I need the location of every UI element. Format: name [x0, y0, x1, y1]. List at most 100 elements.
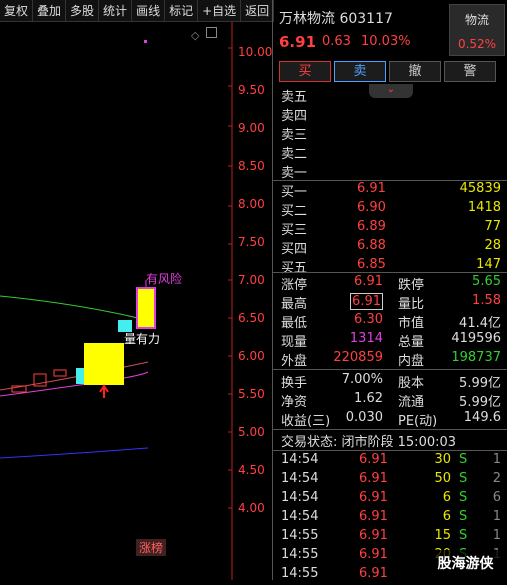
ask-label: 卖一 [281, 166, 308, 181]
trade-status: 交易状态: 闭市阶段 15:00:03 [281, 435, 457, 450]
bid-price: 6.85 [357, 257, 386, 272]
tick-time: 14:55 [281, 547, 319, 562]
y-tick: 7.50 [238, 235, 265, 249]
tick-row: 14:54 6.91 6 S 6 [273, 490, 507, 509]
tick-row: 14:54 6.91 30 S 1 [273, 452, 507, 471]
sector-box[interactable]: 物流 0.52% [449, 4, 505, 56]
tick-price: 6.91 [359, 452, 388, 467]
bid-price: 6.89 [357, 219, 386, 234]
tick-price: 6.91 [359, 509, 388, 524]
toolbar-draw-line[interactable]: 画线 [132, 0, 166, 22]
toolbar-restore-rights[interactable]: 复权 [0, 0, 34, 22]
stat-row: 现量 1314 总量 419596 [273, 331, 507, 350]
stat-label: 市值 [398, 316, 425, 331]
stat-label: 外盘 [281, 354, 308, 369]
stat-value: 5.65 [472, 274, 501, 289]
trade-buttons: 买 卖 撤 警 [279, 61, 496, 82]
y-tick: 8.00 [238, 197, 265, 211]
y-tick: 8.50 [238, 159, 265, 173]
ask-row: 卖一 [273, 162, 507, 181]
tick-price: 6.91 [359, 566, 388, 581]
tick-price: 6.91 [359, 490, 388, 505]
stat-label: 跌停 [398, 278, 425, 293]
chart-toggle-icon[interactable] [206, 27, 217, 38]
rank-badge[interactable]: 涨榜 [136, 539, 167, 556]
stat-value: 1314 [349, 331, 383, 346]
tick-time: 14:54 [281, 490, 319, 505]
watermark: 股海游侠 [424, 550, 507, 578]
tick-time: 14:54 [281, 452, 319, 467]
bid-row: 买一 6.91 45839 [273, 181, 507, 200]
toolbar-statistics[interactable]: 统计 [99, 0, 133, 22]
candle [76, 368, 84, 384]
stat-value: 6.30 [354, 312, 383, 327]
bid-volume: 77 [484, 219, 501, 234]
stat-row: 净资 1.62 流通 5.99亿 [273, 391, 507, 410]
bid-row: 买二 6.90 1418 [273, 200, 507, 219]
y-tick: 6.00 [238, 349, 265, 363]
toolbar-add-watchlist[interactable]: +自选 [198, 0, 242, 22]
stat-label: 流通 [398, 395, 425, 410]
sector-label: 物流 [464, 13, 489, 27]
up-arrow [99, 384, 109, 398]
ma-line-blue [0, 447, 149, 459]
toolbar-overlay[interactable]: 叠加 [33, 0, 67, 22]
chevron-down-icon[interactable]: ⌄ [369, 84, 413, 98]
tick-side: S [459, 509, 468, 524]
tick-count: 6 [492, 490, 501, 505]
tick-time: 14:54 [281, 509, 319, 524]
ask-label: 卖四 [281, 109, 308, 124]
ask-label: 卖三 [281, 128, 308, 143]
tick-side: S [459, 452, 468, 467]
stat-value: 419596 [451, 331, 501, 346]
stat-value: 41.4亿 [459, 316, 501, 331]
stat-row: 收益(三) 0.030 PE(动) 149.6 [273, 410, 507, 429]
sector-change: 0.52% [457, 37, 497, 51]
tick-volume: 6 [442, 490, 451, 505]
bid-volume: 147 [476, 257, 501, 272]
buy-button[interactable]: 买 [279, 61, 331, 82]
y-tick: 7.00 [238, 273, 265, 287]
tick-volume: 15 [434, 528, 451, 543]
price-change: 0.63 [322, 34, 351, 49]
stat-label: 换手 [281, 376, 308, 391]
price-change-pct: 10.03% [361, 34, 411, 49]
stat-row: 换手 7.00% 股本 5.99亿 [273, 372, 507, 391]
toolbar-mark[interactable]: 标记 [165, 0, 199, 22]
divider [273, 429, 507, 430]
bid-label: 买二 [281, 204, 308, 219]
stat-value: 0.030 [345, 410, 383, 425]
toolbar-multi-stock[interactable]: 多股 [66, 0, 100, 22]
tick-side: S [459, 528, 468, 543]
stat-label: 股本 [398, 376, 425, 391]
stat-label: 现量 [281, 335, 308, 350]
chart-settings-icon[interactable]: ◇ [191, 29, 199, 42]
y-tick: 6.50 [238, 311, 265, 325]
bid-volume: 1418 [467, 200, 501, 215]
volume-annotation: 量有力 [124, 332, 161, 346]
tick-side: S [459, 490, 468, 505]
tick-count: 1 [492, 509, 501, 524]
stat-value: 198737 [451, 350, 501, 365]
tick-count: 1 [492, 452, 501, 467]
cancel-order-button[interactable]: 撤 [389, 61, 441, 82]
stat-label: 收益(三) [281, 414, 331, 429]
ask-levels: 卖五 卖四 卖三 卖二 卖一 [273, 86, 507, 181]
stat-label: 量比 [398, 297, 425, 312]
stat-label: 涨停 [281, 278, 308, 293]
sell-button[interactable]: 卖 [334, 61, 386, 82]
tick-time: 14:55 [281, 566, 319, 581]
tick-volume: 6 [442, 509, 451, 524]
y-tick: 9.00 [238, 121, 265, 135]
stat-value: 5.99亿 [459, 395, 501, 410]
stat-value: 220859 [333, 350, 383, 365]
kline-chart[interactable]: ◇ 10.00 9.50 9.00 8.50 8.00 7.50 7.00 6.… [0, 22, 272, 580]
tick-volume: 50 [434, 471, 451, 486]
toolbar-back[interactable]: 返回 [241, 0, 275, 22]
tick-row: 14:54 6.91 50 S 2 [273, 471, 507, 490]
divider [273, 272, 507, 273]
alert-button[interactable]: 警 [444, 61, 496, 82]
ma-line-green [0, 295, 147, 323]
tick-row: 14:55 6.91 15 S 1 [273, 528, 507, 547]
tick-price: 6.91 [359, 471, 388, 486]
